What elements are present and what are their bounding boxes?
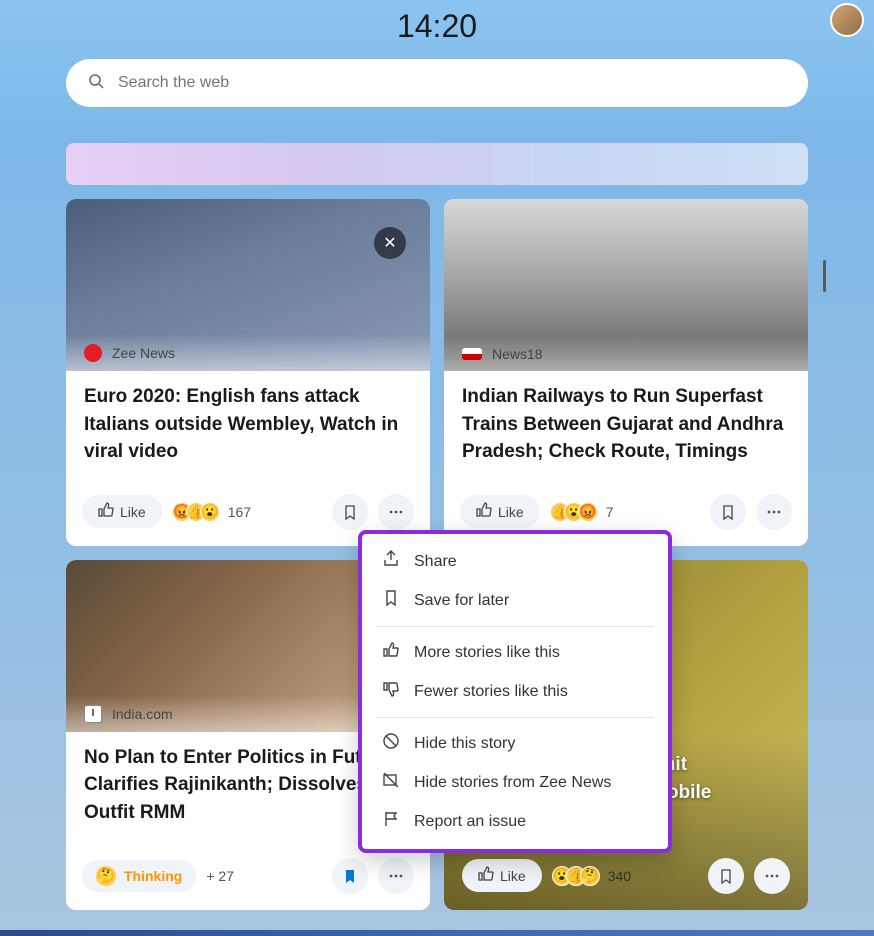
- menu-label: Share: [414, 553, 457, 571]
- menu-label: Report an issue: [414, 813, 526, 831]
- card-title: Indian Railways to Run Superfast Trains …: [462, 383, 790, 466]
- close-icon[interactable]: ✕: [374, 227, 406, 259]
- like-button[interactable]: Like: [462, 859, 542, 892]
- news-card[interactable]: ✕ Zee News Euro 2020: English fans attac…: [66, 199, 430, 546]
- clock-display: 14:20: [0, 0, 874, 59]
- bookmark-button[interactable]: [710, 494, 746, 530]
- taskbar-strip: [0, 930, 874, 936]
- like-button[interactable]: Like: [82, 495, 162, 528]
- menu-save[interactable]: Save for later: [362, 581, 668, 620]
- menu-hide-source[interactable]: Hide stories from Zee News: [362, 763, 668, 802]
- angry-emoji-icon: 😡: [578, 502, 598, 522]
- thinking-emoji-icon: 🤔: [580, 866, 600, 886]
- more-button[interactable]: [756, 494, 792, 530]
- block-icon: [382, 732, 400, 755]
- thinking-button[interactable]: 🤔 Thinking: [82, 860, 196, 892]
- avatar[interactable]: [830, 3, 864, 37]
- reaction-count: 7: [606, 504, 614, 520]
- scroll-indicator[interactable]: [823, 260, 826, 292]
- news-card[interactable]: News18 Indian Railways to Run Superfast …: [444, 199, 808, 546]
- menu-label: Hide stories from Zee News: [414, 774, 611, 792]
- more-button[interactable]: [378, 858, 414, 894]
- card-title: Euro 2020: English fans attack Italians …: [84, 383, 412, 466]
- more-button[interactable]: [378, 494, 414, 530]
- search-input[interactable]: [118, 74, 786, 92]
- card-image: News18: [444, 199, 808, 371]
- search-icon: [88, 73, 104, 94]
- thumbs-up-icon: [476, 502, 492, 521]
- menu-fewer-stories[interactable]: Fewer stories like this: [362, 672, 668, 711]
- search-bar[interactable]: [66, 59, 808, 107]
- menu-report[interactable]: Report an issue: [362, 802, 668, 841]
- thinking-emoji-icon: 🤔: [96, 866, 116, 886]
- reaction-count: + 27: [206, 868, 234, 884]
- thinking-label: Thinking: [124, 868, 182, 884]
- menu-hide-story[interactable]: Hide this story: [362, 724, 668, 763]
- bookmark-icon: [382, 589, 400, 612]
- source-row: News18: [444, 336, 808, 372]
- thumbs-down-icon: [382, 680, 400, 703]
- like-button[interactable]: Like: [460, 495, 540, 528]
- reactions[interactable]: 👍 😮 😡 7: [550, 502, 614, 522]
- like-label: Like: [120, 504, 146, 520]
- menu-share[interactable]: Share: [362, 542, 668, 581]
- reaction-count: 167: [228, 504, 251, 520]
- share-icon: [382, 550, 400, 573]
- flag-icon: [382, 810, 400, 833]
- menu-label: More stories like this: [414, 644, 560, 662]
- like-label: Like: [498, 504, 524, 520]
- source-icon: [462, 348, 482, 360]
- surprised-emoji-icon: 😮: [200, 502, 220, 522]
- reaction-count: 340: [608, 868, 631, 884]
- bookmark-button[interactable]: [332, 494, 368, 530]
- menu-label: Fewer stories like this: [414, 683, 568, 701]
- menu-label: Save for later: [414, 592, 509, 610]
- hide-source-icon: [382, 771, 400, 794]
- card-image: ✕ Zee News: [66, 199, 430, 371]
- thumbs-up-icon: [478, 866, 494, 885]
- menu-label: Hide this story: [414, 735, 515, 753]
- reactions[interactable]: 😮 👍 🤔 340: [552, 866, 631, 886]
- bookmark-button-active[interactable]: [332, 858, 368, 894]
- context-menu: Share Save for later More stories like t…: [358, 530, 672, 853]
- source-icon: [84, 344, 102, 362]
- thumbs-up-icon: [382, 641, 400, 664]
- promo-banner: [66, 143, 808, 185]
- source-row: Zee News: [66, 334, 430, 372]
- source-label: News18: [492, 346, 543, 362]
- source-label: India.com: [112, 706, 173, 722]
- menu-more-stories[interactable]: More stories like this: [362, 633, 668, 672]
- more-button[interactable]: [754, 858, 790, 894]
- bookmark-button[interactable]: [708, 858, 744, 894]
- source-label: Zee News: [112, 345, 175, 361]
- reactions[interactable]: 😡 👍 😮 167: [172, 502, 251, 522]
- like-label: Like: [500, 868, 526, 884]
- reactions[interactable]: + 27: [206, 868, 234, 884]
- source-icon: I: [84, 705, 102, 723]
- thumbs-up-icon: [98, 502, 114, 521]
